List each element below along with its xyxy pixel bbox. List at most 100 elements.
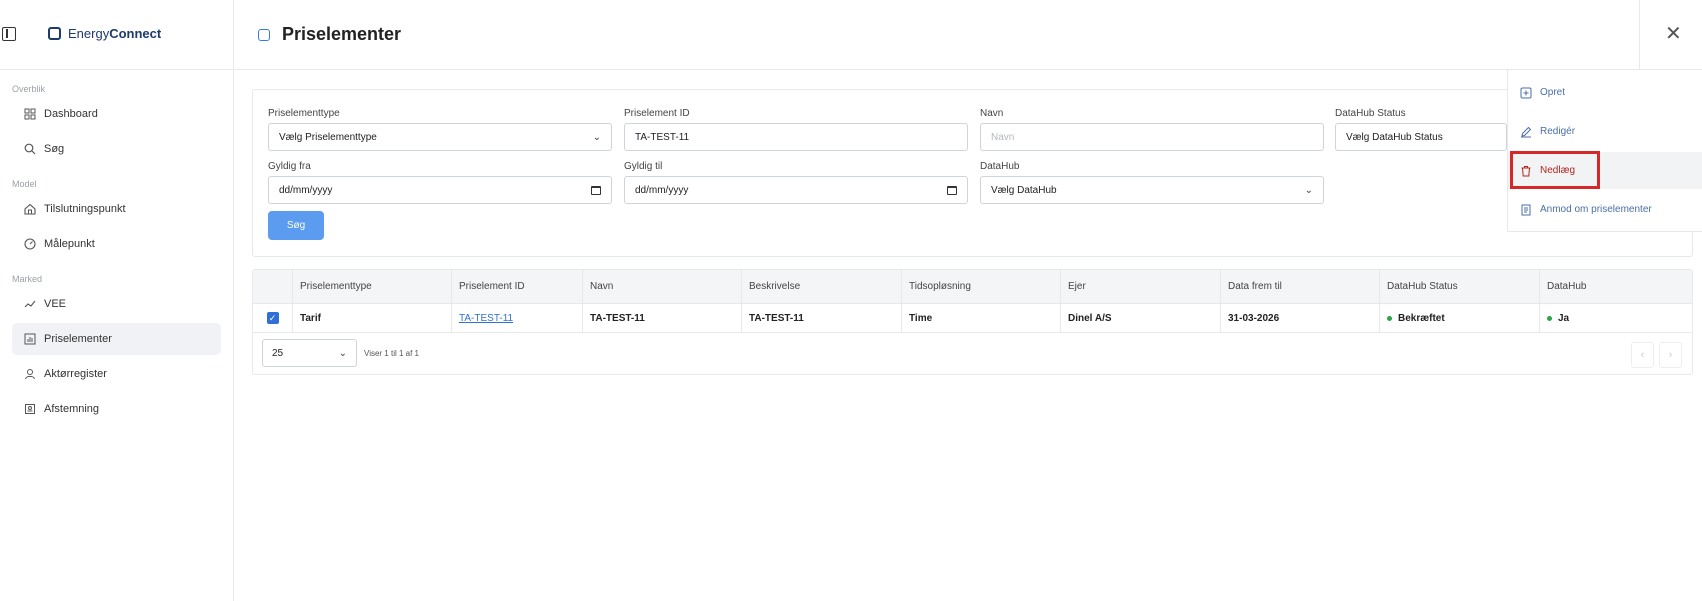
- section-overblik: Overblik: [12, 84, 46, 94]
- select-all-checkbox[interactable]: [258, 29, 270, 41]
- filter-type-group: Priselementtype Vælg Priselementtype ⌄: [268, 108, 612, 151]
- actions-menu: Opret Redigér Nedlæg Anmod om priselemen…: [1507, 70, 1702, 232]
- filter-from-group: Gyldig fra dd/mm/yyyy: [268, 161, 612, 204]
- menu-item-label: Opret: [1540, 87, 1566, 98]
- results-table: Priselementtype Priselement ID Navn Besk…: [252, 269, 1693, 375]
- filter-panel: Priselementtype Vælg Priselementtype ⌄ P…: [252, 89, 1693, 257]
- sidebar-item-dashboard[interactable]: Dashboard: [12, 98, 221, 130]
- chevron-down-icon: ⌄: [338, 347, 347, 359]
- cell-description: TA-TEST-11: [742, 304, 902, 332]
- prev-page-button[interactable]: ‹: [1631, 342, 1654, 368]
- sidebar-item-label: Aktørregister: [44, 368, 107, 380]
- sidebar: EnergyConnect Overblik Dashboard Søg Mod…: [0, 0, 234, 601]
- filter-type-label: Priselementtype: [268, 108, 340, 119]
- row-checkbox[interactable]: ✓: [266, 312, 279, 324]
- filter-status-select[interactable]: Vælg DataHub Status: [1335, 123, 1507, 151]
- header-select-cell: [253, 270, 293, 303]
- cell-datahub: Ja: [1540, 304, 1692, 332]
- section-model: Model: [12, 179, 37, 189]
- table-row[interactable]: ✓ Tarif TA-TEST-11 TA-TEST-11 TA-TEST-11…: [253, 304, 1692, 333]
- filter-status-value: Vælg DataHub Status: [1346, 131, 1443, 143]
- sidebar-item-tilslutningspunkt[interactable]: Tilslutningspunkt: [12, 193, 221, 225]
- menu-item-nedlaeg[interactable]: Nedlæg: [1508, 152, 1702, 189]
- sidebar-item-priselementer[interactable]: Priselementer: [12, 323, 221, 355]
- menu-item-opret[interactable]: Opret: [1508, 74, 1702, 111]
- filter-from-label: Gyldig fra: [268, 161, 311, 172]
- chevron-down-icon: ⌄: [1304, 184, 1313, 196]
- pagination: 25 ⌄ Viser 1 til 1 af 1: [253, 333, 1692, 373]
- sidebar-item-aktorregister[interactable]: Aktørregister: [12, 358, 221, 390]
- column-header[interactable]: DataHub Status: [1380, 270, 1540, 303]
- page-title: Priselementer: [282, 24, 402, 44]
- document-request-icon: [1520, 204, 1532, 216]
- sidebar-item-vee[interactable]: VEE: [12, 288, 221, 320]
- user-icon: [24, 368, 36, 380]
- sidebar-item-label: Søg: [44, 143, 65, 155]
- status-text: Bekræftet: [1398, 312, 1445, 324]
- column-header[interactable]: Navn: [583, 270, 742, 303]
- filter-id-input[interactable]: TA-TEST-11: [624, 123, 968, 151]
- filter-name-group: Navn Navn: [980, 108, 1324, 151]
- page-size-select[interactable]: 25 ⌄: [262, 339, 357, 367]
- page-size-value: 25: [272, 347, 284, 359]
- status-dot-icon: [1547, 315, 1552, 321]
- table-header: Priselementtype Priselement ID Navn Besk…: [253, 270, 1692, 304]
- menu-item-label: Anmod om priselementer: [1540, 204, 1652, 215]
- sidebar-toggle-icon[interactable]: [2, 27, 16, 41]
- search-button[interactable]: Søg: [268, 211, 324, 240]
- filter-id-value: TA-TEST-11: [635, 131, 690, 143]
- filter-name-placeholder: Navn: [991, 131, 1015, 143]
- brand-logo[interactable]: EnergyConnect: [48, 26, 161, 41]
- filter-name-label: Navn: [980, 108, 1004, 119]
- sidebar-item-sog[interactable]: Søg: [12, 133, 221, 165]
- sidebar-header: EnergyConnect: [0, 0, 233, 70]
- chevron-down-icon: ⌄: [592, 131, 601, 143]
- column-header[interactable]: Priselement ID: [452, 270, 583, 303]
- balance-icon: [24, 403, 36, 415]
- calendar-icon[interactable]: [947, 185, 957, 195]
- cell-resolution: Time: [902, 304, 1061, 332]
- next-page-button[interactable]: ›: [1659, 342, 1682, 368]
- column-header[interactable]: Tidsopløsning: [902, 270, 1061, 303]
- filter-id-group: Priselement ID TA-TEST-11: [624, 108, 968, 151]
- cell-data-until: 31-03-2026: [1221, 304, 1380, 332]
- menu-item-anmod[interactable]: Anmod om priselementer: [1508, 191, 1702, 228]
- filter-type-select[interactable]: Vælg Priselementtype ⌄: [268, 123, 612, 151]
- cell-status: Bekræftet: [1380, 304, 1540, 332]
- column-header[interactable]: Data frem til: [1221, 270, 1380, 303]
- brand-suffix: Connect: [109, 26, 162, 41]
- trend-icon: [24, 298, 36, 310]
- pagination-info: Viser 1 til 1 af 1: [364, 348, 419, 358]
- grid-icon: [24, 108, 36, 120]
- header-divider: [1639, 0, 1640, 70]
- filter-datahub-value: Vælg DataHub: [991, 184, 1057, 196]
- cell-type: Tarif: [293, 304, 452, 332]
- calendar-icon[interactable]: [591, 185, 601, 195]
- filter-from-value: dd/mm/yyyy: [279, 184, 333, 196]
- filter-from-date[interactable]: dd/mm/yyyy: [268, 176, 612, 204]
- column-header[interactable]: Priselementtype: [293, 270, 452, 303]
- priselement-id-link[interactable]: TA-TEST-11: [459, 313, 513, 324]
- column-header[interactable]: Beskrivelse: [742, 270, 902, 303]
- page-header: Priselementer ✕: [235, 0, 1702, 70]
- status-dot-icon: [1387, 315, 1392, 321]
- filter-to-group: Gyldig til dd/mm/yyyy: [624, 161, 968, 204]
- sidebar-item-label: Dashboard: [44, 108, 98, 120]
- sidebar-item-label: Priselementer: [44, 333, 112, 345]
- sidebar-item-afstemning[interactable]: Afstemning: [12, 393, 221, 425]
- cell-id: TA-TEST-11: [452, 304, 583, 332]
- filter-datahub-label: DataHub: [980, 161, 1020, 172]
- column-header[interactable]: DataHub: [1540, 270, 1692, 303]
- menu-item-rediger[interactable]: Redigér: [1508, 113, 1702, 150]
- column-header[interactable]: Ejer: [1061, 270, 1221, 303]
- filter-name-input[interactable]: Navn: [980, 123, 1324, 151]
- filter-to-date[interactable]: dd/mm/yyyy: [624, 176, 968, 204]
- filter-to-label: Gyldig til: [624, 161, 663, 172]
- filter-datahub-select[interactable]: Vælg DataHub ⌄: [980, 176, 1324, 204]
- sidebar-item-malepunkt[interactable]: Målepunkt: [12, 228, 221, 260]
- filter-to-value: dd/mm/yyyy: [635, 184, 689, 196]
- filter-datahub-group: DataHub Vælg DataHub ⌄: [980, 161, 1324, 204]
- gauge-icon: [24, 238, 36, 250]
- close-icon[interactable]: ✕: [1665, 24, 1682, 44]
- cell-owner: Dinel A/S: [1061, 304, 1221, 332]
